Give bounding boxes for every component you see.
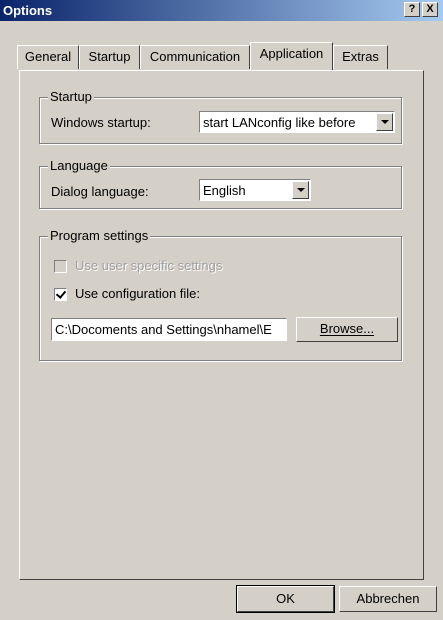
- user-specific-checkbox[interactable]: [54, 260, 67, 273]
- dialog-language-label: Dialog language:: [51, 184, 149, 199]
- chevron-down-icon[interactable]: [292, 181, 309, 199]
- help-button[interactable]: ?: [404, 2, 420, 17]
- tab-startup[interactable]: Startup: [79, 45, 140, 69]
- options-dialog: Options ? X General Startup Communicatio…: [0, 0, 443, 620]
- startup-group-legend: Startup: [48, 89, 94, 104]
- tab-panel-application: Startup Windows startup: start LANconfig…: [19, 70, 424, 580]
- program-settings-group: Program settings Use user specific setti…: [39, 228, 402, 361]
- startup-group: Startup Windows startup: start LANconfig…: [39, 89, 402, 144]
- windows-startup-label: Windows startup:: [51, 115, 151, 130]
- browse-button-label: Browse...: [319, 321, 375, 336]
- language-group-legend: Language: [48, 158, 110, 173]
- tab-extras[interactable]: Extras: [333, 45, 388, 69]
- windows-startup-value: start LANconfig like before: [203, 115, 356, 130]
- tab-general-label: General: [24, 49, 72, 64]
- tab-general[interactable]: General: [17, 45, 79, 69]
- cancel-button[interactable]: Abbrechen: [339, 586, 437, 612]
- dialog-language-select[interactable]: English: [199, 179, 311, 201]
- tab-communication-label: Communication: [149, 49, 241, 64]
- tab-application-label: Application: [259, 46, 324, 61]
- chevron-down-icon[interactable]: [376, 113, 393, 131]
- window-title: Options: [3, 3, 53, 18]
- dialog-language-value: English: [203, 183, 246, 198]
- language-group: Language Dialog language: English: [39, 158, 402, 209]
- ok-button[interactable]: OK: [236, 585, 335, 613]
- close-button[interactable]: X: [422, 2, 438, 17]
- tab-extras-label: Extras: [342, 49, 379, 64]
- config-path-input[interactable]: C:\Docoments and Settings\nhamel\E: [51, 318, 287, 341]
- config-path-value: C:\Docoments and Settings\nhamel\E: [55, 322, 272, 337]
- title-bar[interactable]: Options ? X: [0, 0, 443, 21]
- ok-button-label: OK: [276, 591, 295, 606]
- program-settings-legend: Program settings: [48, 228, 151, 243]
- windows-startup-select[interactable]: start LANconfig like before: [199, 111, 395, 133]
- tab-application[interactable]: Application: [250, 42, 333, 70]
- config-file-label: Use configuration file:: [75, 286, 201, 301]
- tab-startup-label: Startup: [88, 49, 131, 64]
- config-file-checkbox[interactable]: [54, 288, 67, 301]
- browse-button[interactable]: Browse...: [296, 317, 398, 342]
- user-specific-label: Use user specific settings: [75, 258, 223, 273]
- cancel-button-label: Abbrechen: [356, 591, 420, 606]
- tab-communication[interactable]: Communication: [140, 45, 250, 69]
